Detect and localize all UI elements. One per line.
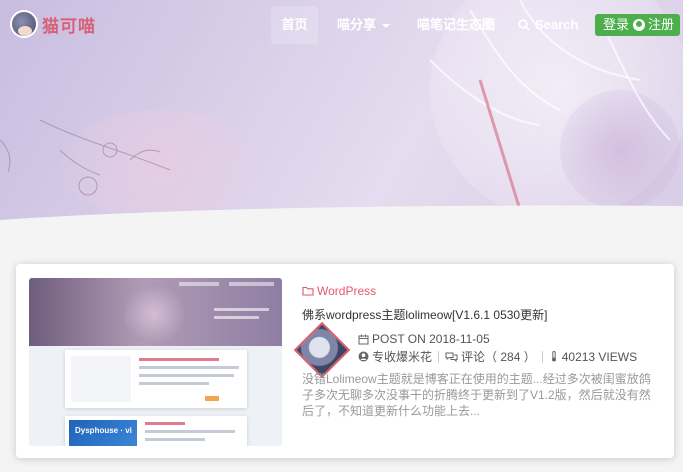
category-label: WordPress (317, 284, 377, 298)
post-thumbnail[interactable]: Dysphouse · vi (29, 278, 282, 446)
navbar: 猫可喵 首页 喵分享 喵笔记生态圈 Search 登录 注册 (0, 0, 683, 50)
post-date-text: POST ON 2018-11-05 (372, 332, 490, 346)
thumb-bar (179, 282, 219, 286)
thumb-screenshot (65, 350, 247, 408)
author-avatar[interactable] (293, 321, 351, 379)
thumb-label: Dysphouse · vi (75, 426, 132, 435)
post-comments[interactable]: 评论（ 284 ） (461, 348, 536, 365)
thumb-line (139, 382, 209, 385)
logo-avatar (10, 10, 38, 38)
nav-notes[interactable]: 喵笔记生态圈 (417, 6, 495, 44)
thumb-sidebar (71, 356, 131, 402)
thumb-line (214, 308, 269, 311)
thumb-line (145, 438, 205, 441)
hero-curve (0, 205, 683, 225)
user-circle-icon (358, 351, 369, 362)
site-logo[interactable]: 猫可喵 (10, 10, 96, 38)
post-views: 40213 VIEWS (561, 349, 638, 364)
thumb-line (139, 358, 219, 361)
thumb-header-image (29, 278, 282, 346)
meta-divider (541, 350, 543, 363)
calendar-icon (358, 334, 369, 344)
thumb-bar (229, 282, 274, 286)
folder-icon (302, 286, 314, 296)
caret-down-icon (382, 23, 391, 28)
register-link[interactable]: 注册 (648, 14, 674, 36)
thumb-line (145, 422, 185, 425)
thumb-screenshot: Dysphouse · vi (65, 416, 247, 446)
meta-divider (438, 350, 440, 363)
thumb-line (214, 316, 259, 319)
comments-icon (445, 352, 458, 362)
nav-home[interactable]: 首页 (271, 6, 318, 44)
thumb-button (205, 396, 219, 401)
post-meta: 专收爆米花 评论（ 284 ） 40213 VIEWS (358, 348, 637, 365)
post-excerpt: 没错Lolimeow主题就是博客正在使用的主题...经过多次被闺蜜放鸽子多次无聊… (302, 372, 651, 418)
nav-share-label: 喵分享 (337, 17, 377, 32)
post-author[interactable]: 专收爆米花 (372, 348, 432, 365)
thumb-line (145, 430, 235, 433)
nav-share[interactable]: 喵分享 (337, 6, 391, 44)
user-icon (633, 19, 646, 31)
thermometer-icon (551, 351, 556, 362)
thumb-figure (124, 284, 184, 344)
avatar-image (296, 324, 348, 376)
logo-text: 猫可喵 (42, 16, 96, 36)
thumb-line (139, 374, 234, 377)
search-icon (518, 19, 530, 31)
nav-search[interactable]: Search (518, 6, 578, 44)
login-register-button[interactable]: 登录 注册 (595, 14, 681, 36)
post-date: POST ON 2018-11-05 (358, 332, 490, 346)
search-label: Search (535, 17, 579, 32)
thumb-line (139, 366, 239, 369)
post-title[interactable]: 佛系wordpress主题lolimeow[V1.6.1 0530更新] (302, 306, 547, 323)
thumb-blue-panel: Dysphouse · vi (69, 420, 137, 446)
post-card: Dysphouse · vi WordPress 佛系wordpress主题lo… (16, 264, 674, 458)
post-category[interactable]: WordPress (302, 284, 376, 298)
login-link[interactable]: 登录 (603, 14, 629, 36)
